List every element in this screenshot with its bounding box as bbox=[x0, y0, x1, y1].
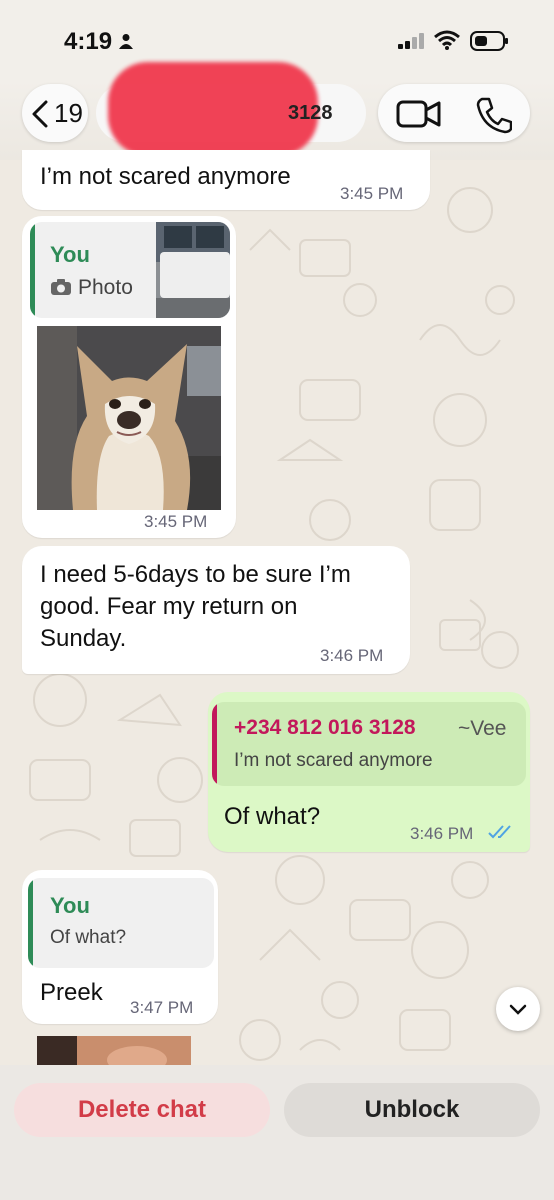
quote-text: Of what? bbox=[50, 927, 127, 948]
quote-bar bbox=[28, 878, 33, 968]
person-icon bbox=[119, 34, 133, 49]
quote-author: You bbox=[50, 242, 90, 267]
reply-quote[interactable] bbox=[28, 878, 214, 968]
partial-photo-message[interactable] bbox=[37, 1036, 191, 1066]
video-call-icon[interactable] bbox=[396, 98, 442, 130]
message-text: Of what? bbox=[224, 803, 321, 830]
message-text: I’m not scared anymore bbox=[40, 163, 291, 190]
message-time: 3:46 PM bbox=[410, 824, 474, 843]
quote-alias: ~Vee bbox=[458, 717, 507, 740]
message-text-line: Sunday. bbox=[40, 625, 127, 652]
quote-bar bbox=[212, 702, 217, 786]
quote-bar bbox=[30, 222, 35, 318]
wifi-icon bbox=[434, 30, 460, 50]
message-time: 3:45 PM bbox=[340, 184, 404, 203]
message-text: Preek bbox=[40, 979, 103, 1006]
message-text-line: I need 5-6days to be sure I’m bbox=[40, 561, 351, 588]
voice-call-icon[interactable] bbox=[474, 96, 512, 134]
quote-text: I’m not scared anymore bbox=[234, 750, 433, 771]
message-time: 3:45 PM bbox=[144, 512, 208, 531]
quote-text: Photo bbox=[78, 276, 133, 299]
message-text-line: good. Fear my return on bbox=[40, 593, 298, 620]
unread-count: 19 bbox=[54, 98, 83, 128]
unblock-button[interactable]: Unblock bbox=[284, 1083, 540, 1137]
dog-photo[interactable] bbox=[37, 326, 221, 510]
contact-name: 3128 bbox=[288, 102, 333, 124]
message-time: 3:47 PM bbox=[130, 998, 194, 1017]
read-ticks-icon bbox=[488, 825, 511, 839]
status-time: 4:19 bbox=[64, 28, 113, 55]
camera-icon bbox=[51, 279, 71, 295]
battery-icon bbox=[470, 31, 508, 51]
delete-chat-button[interactable]: Delete chat bbox=[14, 1083, 270, 1137]
chevron-down-icon bbox=[509, 1004, 527, 1015]
quote-author: +234 812 016 3128 bbox=[234, 716, 416, 739]
cellular-signal-icon bbox=[398, 33, 424, 49]
quoted-photo-thumbnail bbox=[156, 222, 230, 318]
quote-author: You bbox=[50, 893, 90, 918]
message-time: 3:46 PM bbox=[320, 646, 384, 665]
scroll-to-bottom-button[interactable] bbox=[496, 987, 540, 1031]
redaction-mark bbox=[108, 62, 318, 156]
reply-quote[interactable] bbox=[212, 702, 526, 786]
chevron-left-icon bbox=[32, 100, 48, 128]
